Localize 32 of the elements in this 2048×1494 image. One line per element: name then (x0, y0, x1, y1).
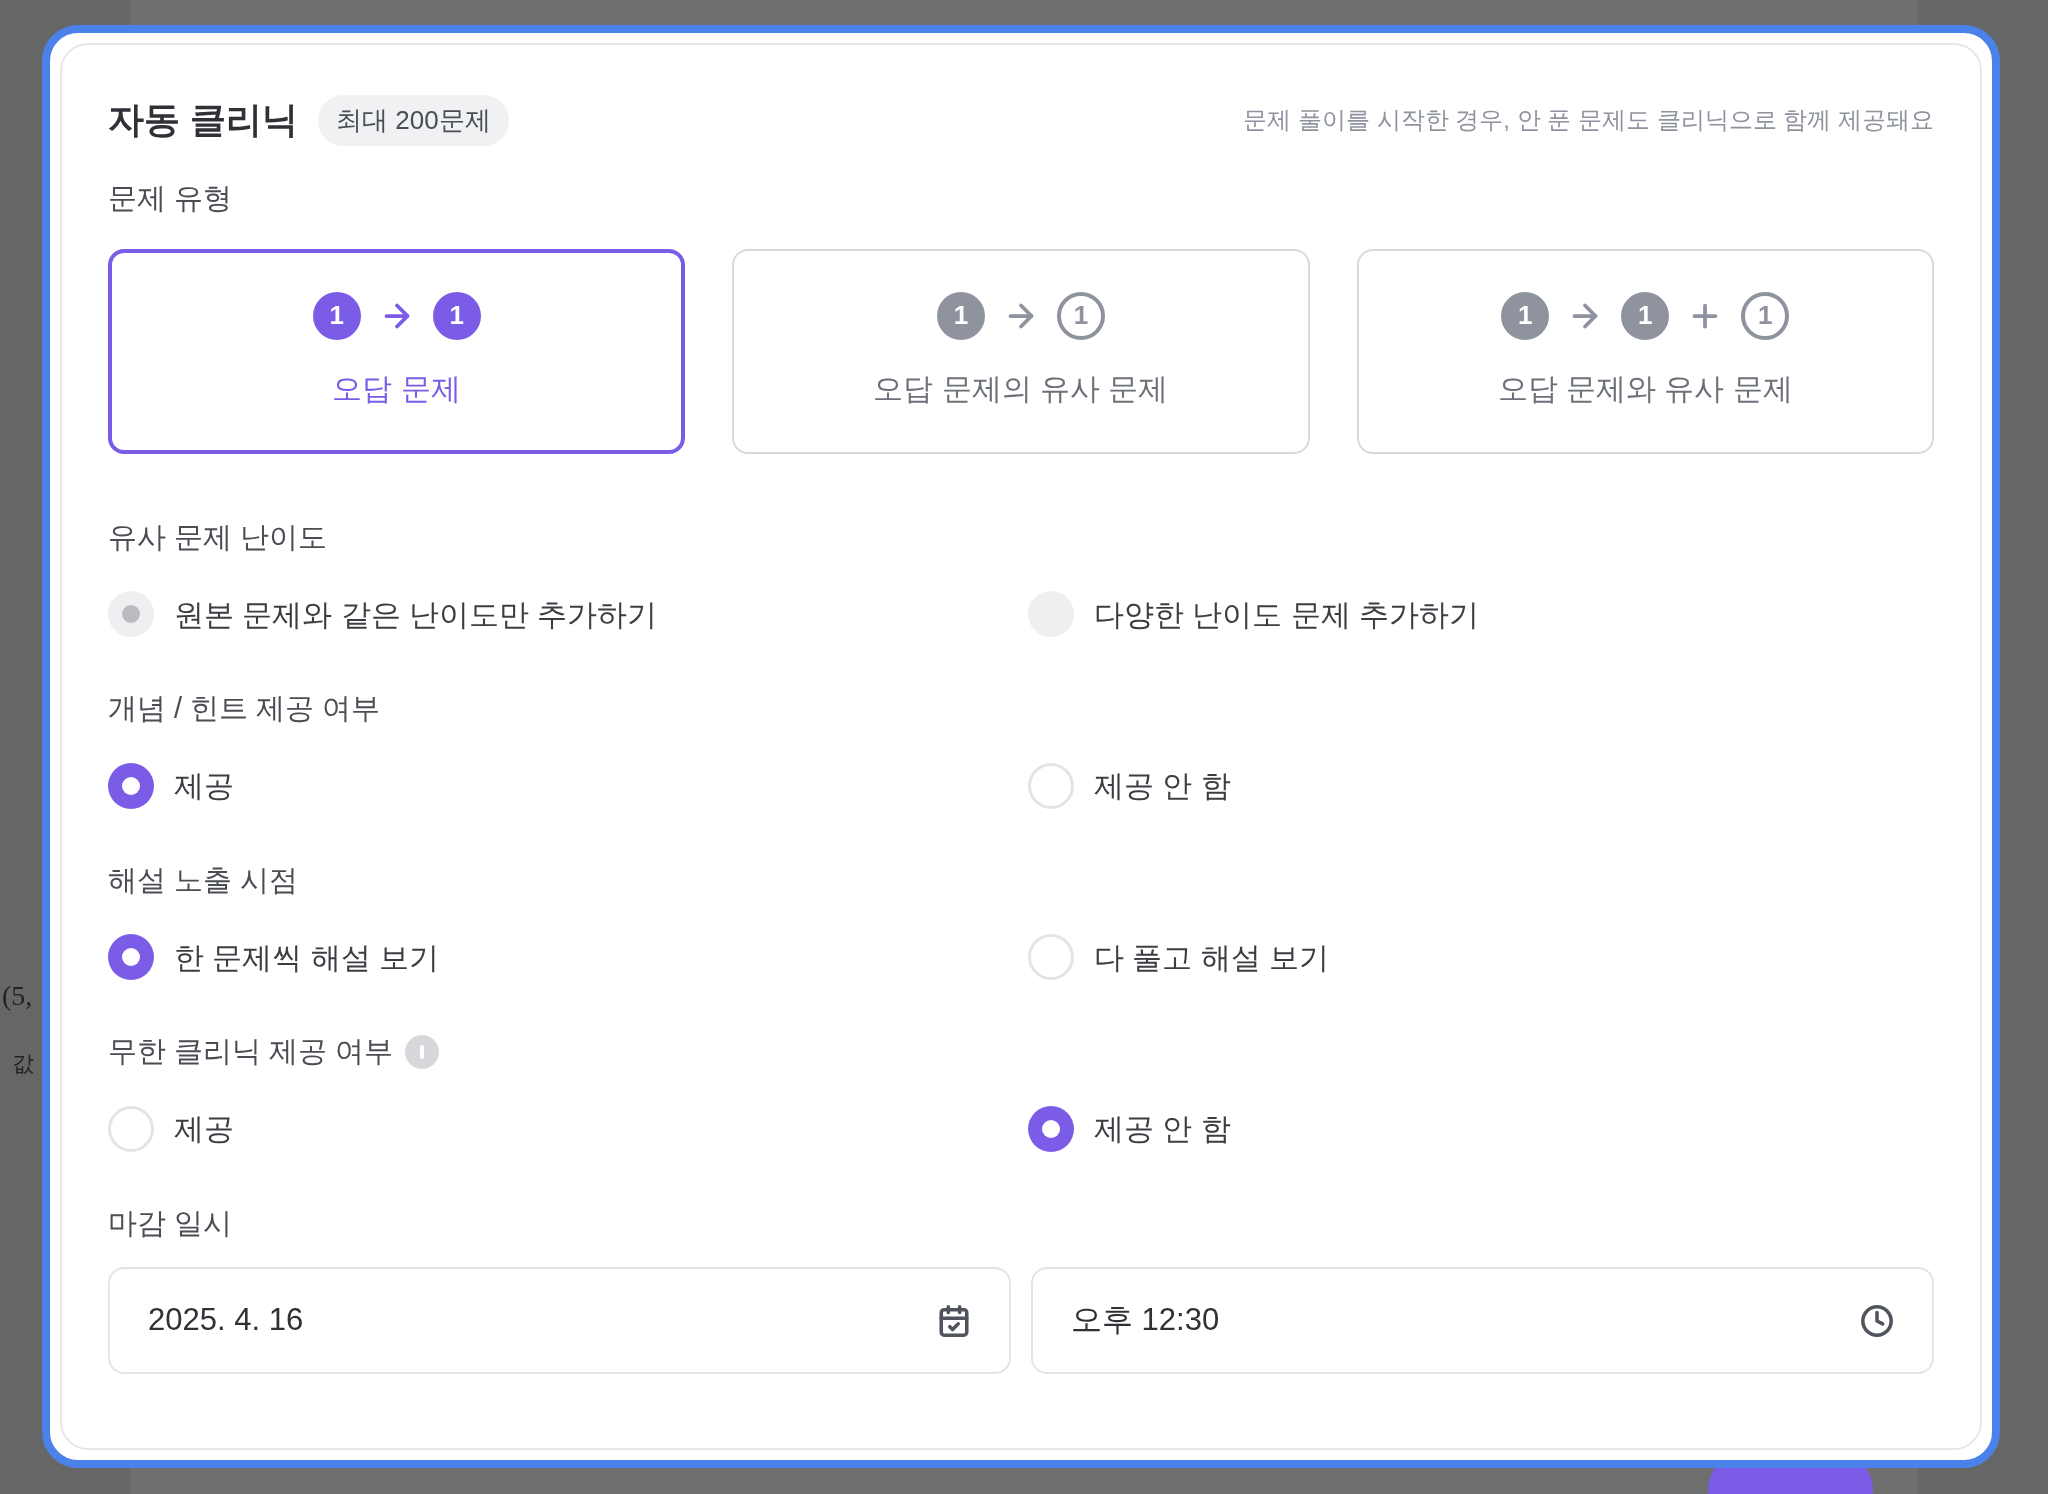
number-badge: 1 (312, 291, 361, 340)
date-field[interactable]: 2025. 4. 16 (108, 1267, 1011, 1374)
background-text: (5, (2, 979, 34, 1013)
radio-option[interactable]: 제공 안 함 (1028, 1105, 1934, 1152)
type-card[interactable]: 1 1 오답 문제의 유사 문제 (732, 248, 1310, 454)
info-icon[interactable] (405, 1034, 440, 1069)
calendar-icon (937, 1303, 971, 1338)
section-label: 마감 일시 (108, 1205, 234, 1241)
radio-option[interactable]: 제공 (108, 1105, 1014, 1152)
time-field[interactable]: 오후 12:30 (1031, 1267, 1934, 1374)
type-card[interactable]: 1 1 1 오답 문제와 유사 문제 (1356, 248, 1934, 454)
number-badge: 1 (1741, 291, 1790, 340)
number-badge: 1 (1621, 291, 1670, 340)
section-label: 해설 노출 시점 (108, 862, 299, 898)
type-card[interactable]: 1 1 오답 문제 (108, 248, 686, 454)
number-badge: 1 (937, 291, 985, 340)
number-badge: 1 (1501, 291, 1550, 340)
panel-note: 문제 풀이를 시작한 경우, 안 푼 문제도 클리닉으로 함께 제공돼요 (1243, 105, 1934, 135)
radio-option[interactable]: 한 문제씩 해설 보기 (108, 934, 1014, 980)
clock-icon (1860, 1303, 1894, 1338)
section-label: 개념 / 힌트 제공 여부 (108, 691, 381, 726)
panel-title: 자동 클리닉 (108, 98, 298, 142)
section-label: 유사 문제 난이도 (108, 519, 328, 555)
number-badge: 1 (1057, 291, 1105, 340)
limit-badge: 최대 200문제 (318, 94, 509, 146)
number-badge: 1 (432, 291, 481, 340)
radio-option[interactable]: 제공 (108, 762, 1014, 809)
section-label: 무한 클리닉 제공 여부 (108, 1034, 394, 1069)
radio-option[interactable]: 제공 안 함 (1028, 762, 1934, 809)
section-label: 문제 유형 (108, 181, 234, 216)
radio-option[interactable]: 다 풀고 해설 보기 (1028, 934, 1934, 980)
background-text: 값 (11, 1050, 34, 1078)
